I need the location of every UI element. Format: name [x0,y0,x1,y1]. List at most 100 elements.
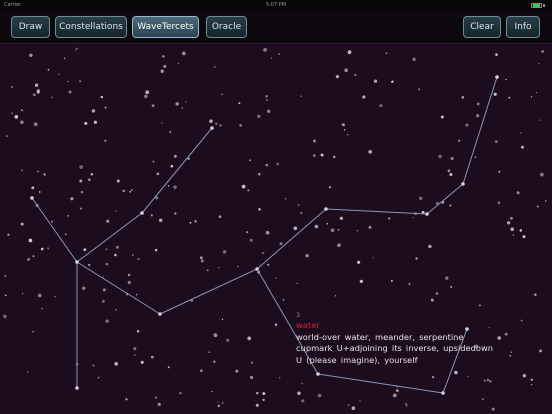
star [274,323,278,326]
star [249,238,253,242]
star [101,299,105,303]
star [3,314,7,319]
star [241,184,246,189]
star [105,262,109,266]
star [494,140,498,144]
star [406,405,408,407]
star [51,96,53,98]
star [200,369,203,373]
wave-tercet: 3 water world-over water, meander, serpe… [296,311,516,366]
star [133,347,137,351]
star [246,231,249,234]
star [516,191,520,195]
star [390,280,393,282]
star [412,216,415,219]
tercet-line-3: U (please imagine), yourself [296,354,418,365]
star [284,197,287,200]
star [265,94,268,98]
star [132,254,134,256]
star [38,191,41,193]
constellation-line [31,197,78,389]
constellations-button[interactable]: Constellations [55,16,127,38]
star [368,225,372,229]
star [125,398,128,401]
oracle-button[interactable]: Oracle [206,16,247,38]
star [300,211,303,214]
star [530,96,533,98]
star [449,204,452,207]
star [257,114,261,118]
star [219,124,222,127]
star [385,52,388,55]
star [249,159,252,162]
star [20,222,24,226]
star [135,293,138,296]
star [127,280,131,285]
star [115,210,118,212]
info-button[interactable]: Info [506,16,540,38]
star [320,153,324,157]
star [334,294,337,297]
star [156,172,160,176]
star [115,245,119,249]
star [497,201,501,204]
star [392,393,397,398]
star [67,215,70,217]
star [247,189,250,192]
star [163,64,167,68]
star [465,123,469,127]
star [162,55,165,58]
star [328,186,331,189]
star [169,131,172,133]
star [68,90,72,94]
star [122,189,125,193]
star [435,292,439,295]
star [362,95,366,99]
star [167,185,170,187]
wavetercets-button[interactable]: WaveTercets [132,16,199,38]
star [534,293,537,296]
star [430,298,434,302]
star [70,197,74,201]
star [258,207,261,211]
star [486,378,490,382]
star [405,403,408,406]
star [428,244,432,249]
status-bar: Carrier 5:07 PM [0,0,552,10]
star [250,375,254,379]
star [189,221,192,224]
star [221,401,224,404]
star [493,92,497,96]
star [5,135,9,138]
constellation-node [30,196,34,200]
star [481,398,484,401]
constellation-node [140,211,144,215]
clear-button[interactable]: Clear [463,16,501,38]
star [116,179,120,183]
star [27,257,31,261]
star [263,48,267,52]
constellation-node [210,126,214,130]
star [418,88,421,91]
star [265,163,269,167]
star [130,188,133,192]
star [217,401,219,403]
star [105,319,109,323]
star [359,400,361,402]
star [181,51,186,56]
star [512,234,515,236]
star [7,233,10,236]
tercet-number: 3 [296,311,301,319]
star [491,407,495,411]
star [415,257,418,260]
star [194,220,197,223]
star [438,154,442,159]
star [29,53,33,58]
draw-button[interactable]: Draw [11,16,50,38]
star [150,214,153,217]
star [270,57,273,59]
star [40,247,44,251]
star [395,389,399,392]
star [458,139,461,142]
star [58,73,60,75]
